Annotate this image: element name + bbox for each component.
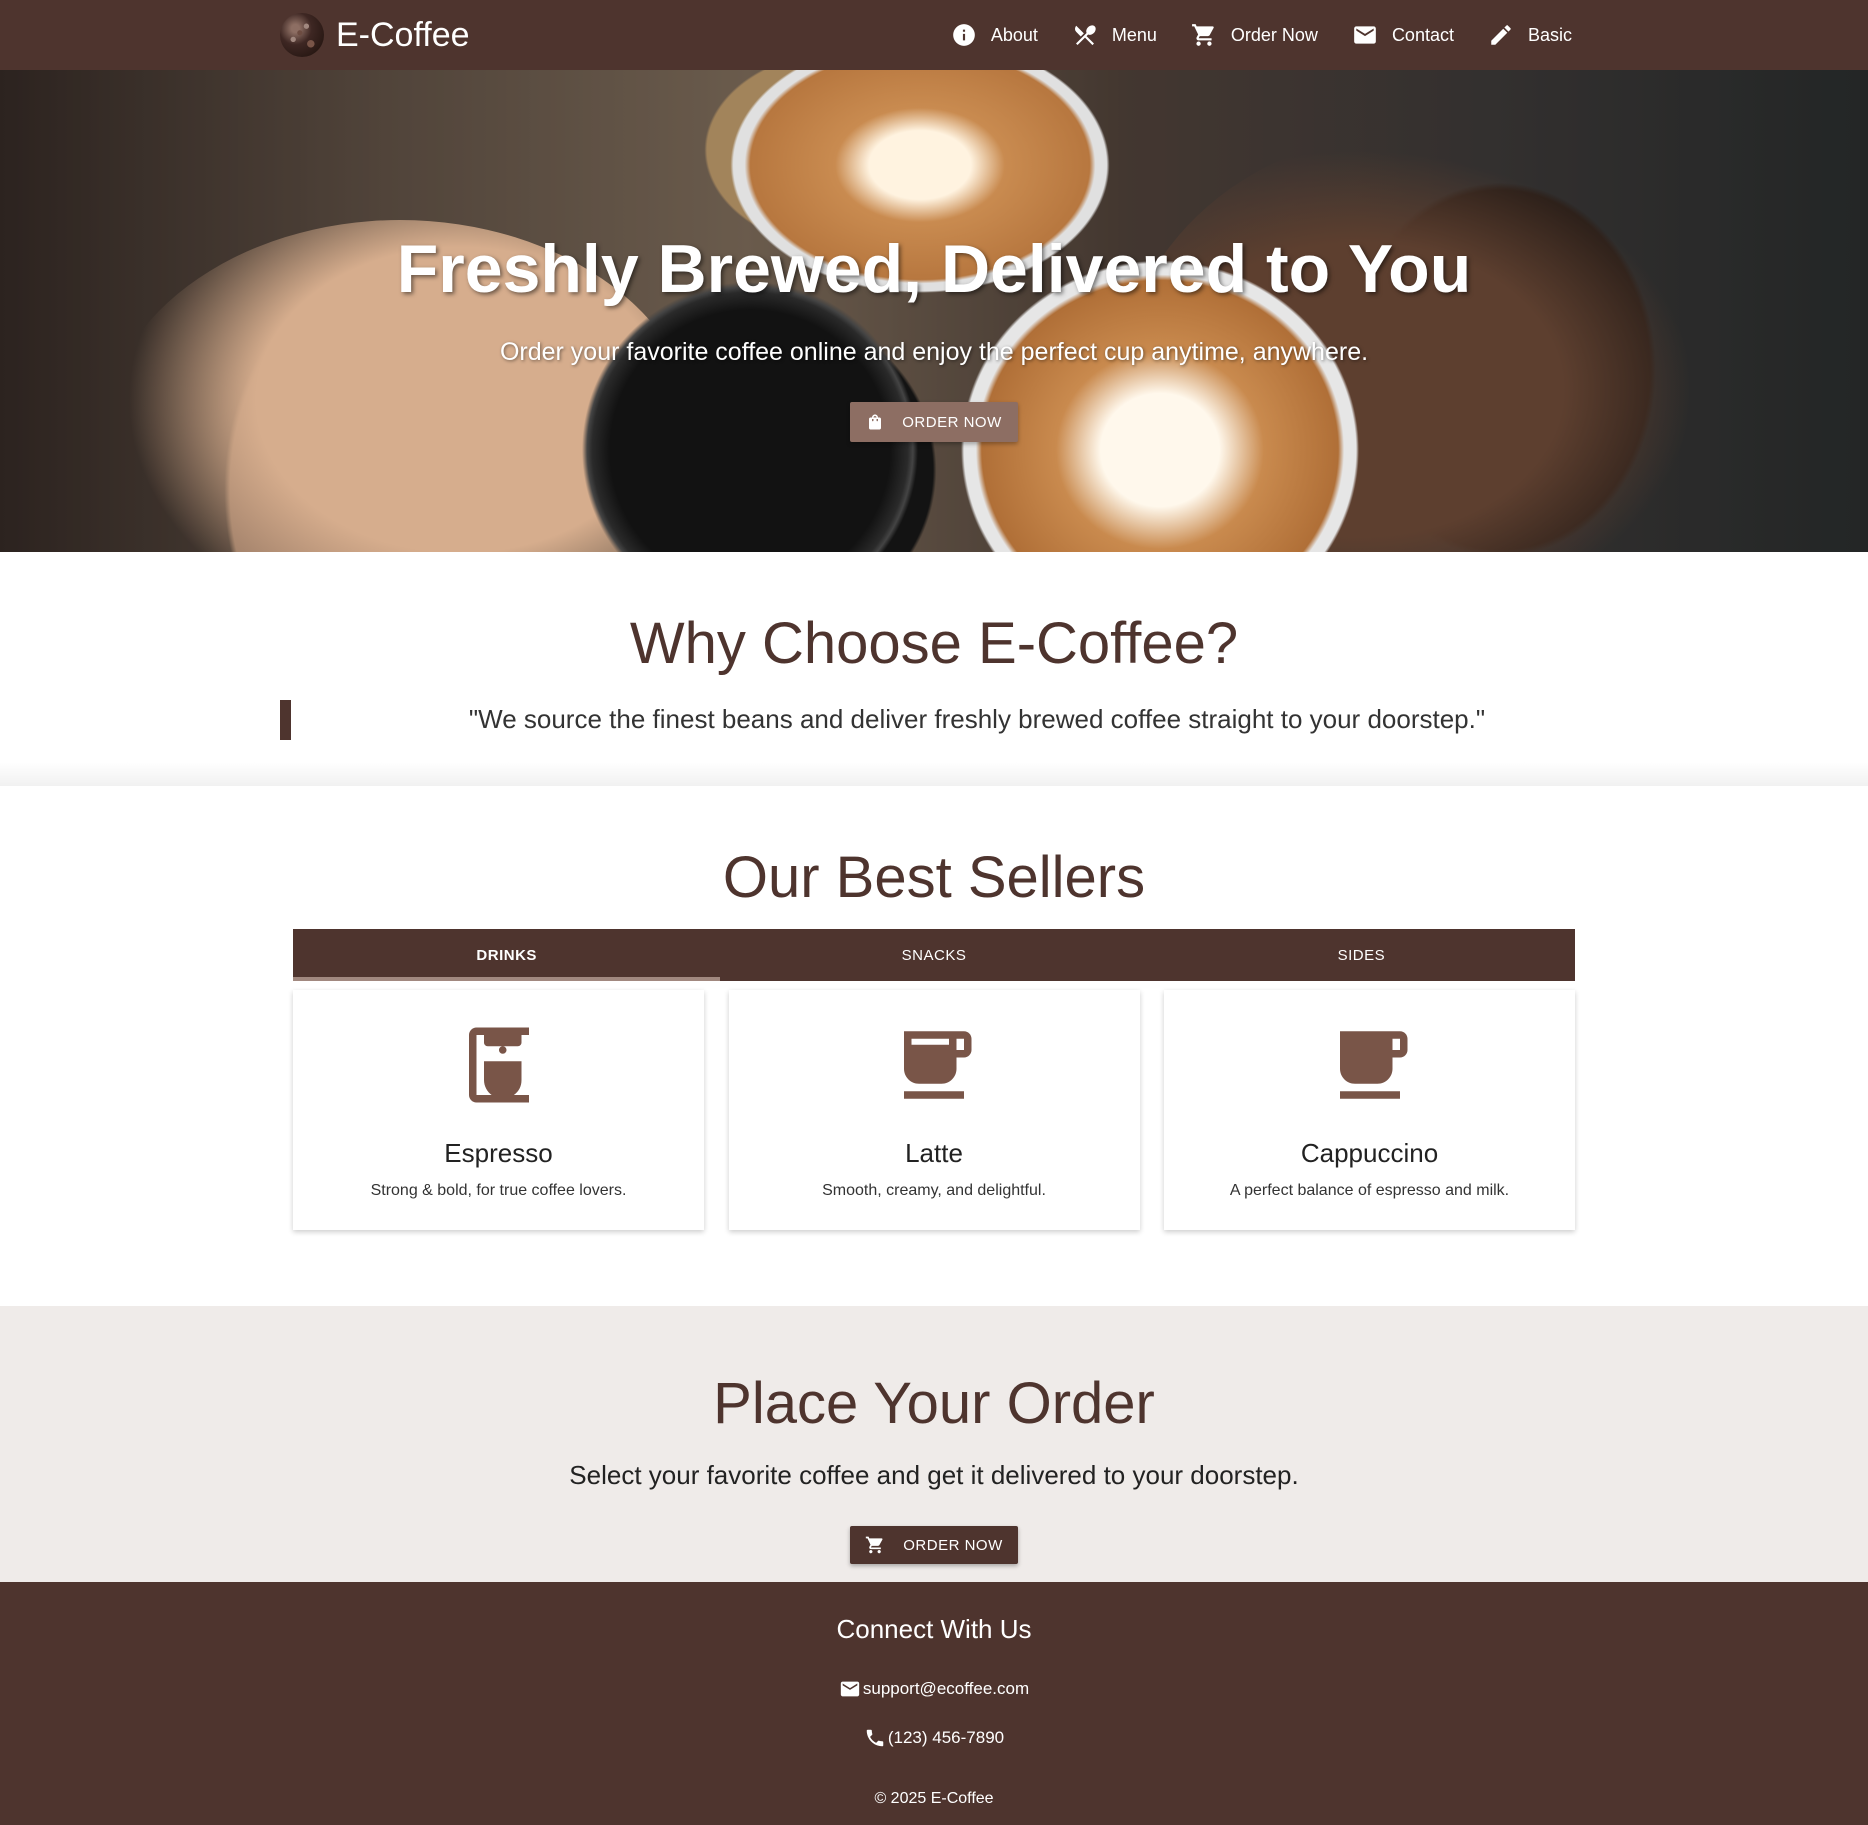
navbar: E-Coffee About Menu Order Now Contact Ba… [0, 0, 1868, 70]
hero-order-now-button[interactable]: ORDER NOW [850, 402, 1018, 442]
footer-phone-link[interactable]: (123) 456-7890 [0, 1727, 1868, 1749]
mail-icon [1354, 26, 1376, 44]
nav-item-label: Menu [1111, 24, 1157, 45]
cart-icon [1191, 24, 1214, 46]
tab-snacks[interactable]: SNACKS [720, 929, 1147, 981]
order-now-button[interactable]: ORDER NOW [850, 1526, 1018, 1564]
product-card-latte[interactable]: Latte Smooth, creamy, and delightful. [728, 990, 1140, 1230]
shopping-bag-icon [869, 414, 882, 430]
mail-icon [840, 1681, 860, 1697]
hero-button-label: ORDER NOW [902, 413, 1002, 431]
place-order-title: Place Your Order [713, 1371, 1155, 1436]
order-button-label: ORDER NOW [903, 1536, 1003, 1554]
nav-item-label: Contact [1391, 24, 1454, 45]
phone-icon [866, 1729, 884, 1747]
place-order-section: Place Your Order Select your favorite co… [0, 1306, 1868, 1582]
tab-drinks[interactable]: DRINKS [293, 929, 721, 981]
product-name: Espresso [444, 1138, 553, 1168]
footer-title: Connect With Us [836, 1614, 1032, 1644]
coffee-cup-icon [904, 1031, 972, 1099]
footer-copyright: © 2025 E-Coffee [874, 1790, 994, 1807]
footer: Connect With Us support@ecoffee.com (123… [0, 1582, 1868, 1825]
nav-item-order-now[interactable]: Order Now [1191, 22, 1318, 48]
coffee-mug-icon [1339, 1031, 1407, 1099]
tab-sides[interactable]: SIDES [1148, 929, 1575, 981]
place-order-subtitle: Select your favorite coffee and get it d… [569, 1460, 1299, 1490]
hero-content: Freshly Brewed, Delivered to You Order y… [0, 70, 1868, 552]
product-card-cappuccino[interactable]: Cappuccino A perfect balance of espresso… [1164, 990, 1575, 1230]
section-divider [0, 762, 1868, 786]
cart-icon [866, 1536, 883, 1554]
coffee-beans-logo-icon [280, 13, 324, 57]
footer-email: support@ecoffee.com [862, 1679, 1030, 1698]
nav-links: About Menu Order Now Contact Basic [917, 0, 1572, 70]
nav-item-label: Order Now [1230, 24, 1318, 45]
why-section: Why Choose E-Coffee? "We source the fine… [0, 552, 1868, 786]
nav-item-label: Basic [1527, 24, 1572, 45]
footer-phone: (123) 456-7890 [887, 1728, 1005, 1747]
why-title: Why Choose E-Coffee? [629, 611, 1239, 676]
nav-item-label: About [990, 24, 1038, 45]
info-icon [952, 24, 975, 46]
product-name: Cappuccino [1300, 1138, 1439, 1168]
hero-title: Freshly Brewed, Delivered to You [396, 231, 1472, 307]
footer-email-link[interactable]: support@ecoffee.com [0, 1678, 1868, 1700]
utensils-icon [1074, 25, 1096, 46]
product-description: Smooth, creamy, and delightful. [822, 1182, 1046, 1199]
best-sellers-title: Our Best Sellers [722, 845, 1146, 910]
nav-item-about[interactable]: About [951, 22, 1038, 48]
category-tabs: DRINKS SNACKS SIDES [293, 929, 1575, 981]
product-card-espresso[interactable]: Espresso Strong & bold, for true coffee … [293, 990, 704, 1230]
hero-section: Freshly Brewed, Delivered to You Order y… [0, 70, 1868, 552]
pencil-icon [1491, 25, 1511, 45]
brand-link[interactable]: E-Coffee [280, 12, 470, 58]
brand-name: E-Coffee [336, 15, 470, 54]
product-description: A perfect balance of espresso and milk. [1229, 1182, 1510, 1199]
product-cards: Espresso Strong & bold, for true coffee … [293, 990, 1575, 1230]
product-name: Latte [905, 1138, 963, 1168]
hero-subtitle: Order your favorite coffee online and en… [499, 338, 1369, 366]
nav-item-menu[interactable]: Menu [1072, 22, 1157, 48]
product-description: Strong & bold, for true coffee lovers. [370, 1182, 627, 1199]
why-quote: "We source the finest beans and deliver … [468, 704, 1486, 734]
nav-item-contact[interactable]: Contact [1352, 22, 1454, 48]
best-sellers-section: Our Best Sellers DRINKS SNACKS SIDES Esp… [0, 786, 1868, 1306]
coffee-maker-icon [468, 1027, 529, 1103]
nav-item-basic[interactable]: Basic [1488, 22, 1572, 48]
